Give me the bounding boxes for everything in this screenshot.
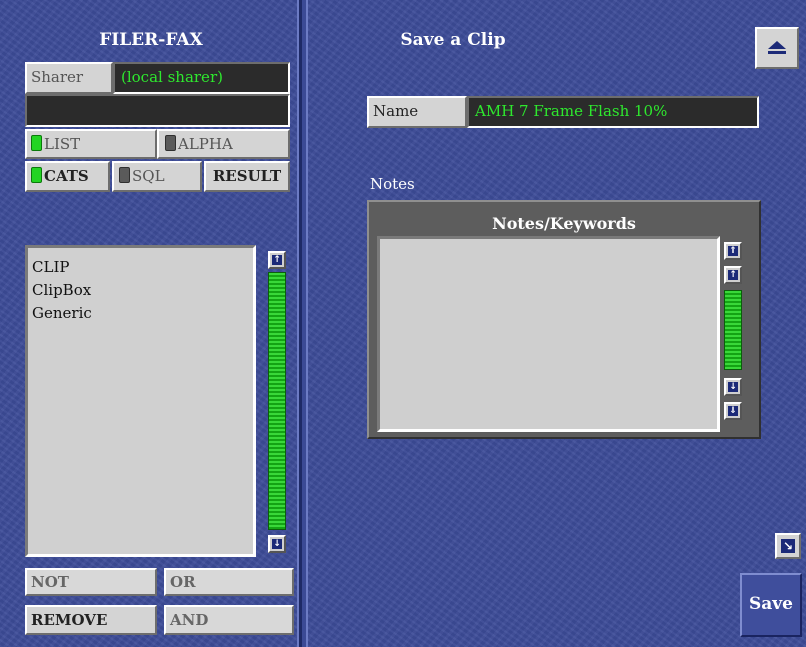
list-button-label: LIST <box>44 135 81 153</box>
notes-page-up-button[interactable]: ⇑ <box>724 242 742 260</box>
eject-button[interactable] <box>755 27 799 69</box>
name-label: Name <box>367 96 467 128</box>
notes-header: Notes/Keywords <box>492 214 636 233</box>
notes-textarea[interactable] <box>377 236 720 432</box>
filer-fax-title: FILER-FAX <box>99 30 203 50</box>
category-list[interactable]: CLIP ClipBox Generic <box>25 245 256 557</box>
list-scroll-down-button[interactable]: ↓ <box>268 535 286 553</box>
alpha-indicator <box>165 135 176 151</box>
not-button[interactable]: NOT <box>25 568 157 596</box>
search-field[interactable] <box>25 94 290 127</box>
double-arrow-up-icon: ⇑ <box>728 245 738 256</box>
cats-button-label: CATS <box>44 167 89 185</box>
list-button[interactable]: LIST <box>25 129 157 159</box>
sharer-label: Sharer <box>25 62 113 94</box>
notes-scroll-down-button[interactable]: ↓ <box>724 378 742 396</box>
arrow-down-icon: ↓ <box>272 538 282 549</box>
arrow-up-icon: ↑ <box>728 269 738 280</box>
notes-page-down-button[interactable]: ⇓ <box>724 402 742 420</box>
notes-scrollbar[interactable] <box>724 290 742 370</box>
arrow-down-right-icon: ↘ <box>781 538 795 553</box>
save-clip-title: Save a Clip <box>400 30 506 50</box>
result-button[interactable]: RESULT <box>204 161 290 192</box>
eject-icon <box>768 41 786 54</box>
cats-button[interactable]: CATS <box>25 161 110 192</box>
sql-indicator <box>119 167 130 183</box>
corner-arrow-button[interactable]: ↘ <box>775 533 801 559</box>
arrow-down-icon: ↓ <box>728 381 738 392</box>
notes-frame: Notes/Keywords ⇑ ↑ ↓ ⇓ <box>367 200 761 439</box>
save-button[interactable]: Save <box>740 573 802 637</box>
list-item[interactable]: ClipBox <box>28 279 253 302</box>
list-scroll-up-button[interactable]: ↑ <box>268 251 286 269</box>
sharer-field[interactable]: (local sharer) <box>113 62 290 94</box>
arrow-up-icon: ↑ <box>272 254 282 265</box>
list-scrollbar[interactable] <box>268 272 286 530</box>
list-indicator <box>31 135 42 151</box>
remove-button[interactable]: REMOVE <box>25 605 157 635</box>
name-field[interactable]: AMH 7 Frame Flash 10% <box>467 96 759 128</box>
sql-button[interactable]: SQL <box>112 161 202 192</box>
cats-indicator <box>31 167 42 183</box>
and-button[interactable]: AND <box>164 605 294 635</box>
list-item[interactable]: Generic <box>28 302 253 325</box>
or-button[interactable]: OR <box>164 568 294 596</box>
save-clip-panel: Save a Clip Name AMH 7 Frame Flash 10% N… <box>306 0 806 647</box>
alpha-button[interactable]: ALPHA <box>157 129 290 159</box>
filer-fax-panel: FILER-FAX Sharer (local sharer) LIST ALP… <box>0 0 302 647</box>
alpha-button-label: ALPHA <box>178 135 233 153</box>
sql-button-label: SQL <box>132 167 165 185</box>
double-arrow-down-icon: ⇓ <box>728 405 738 416</box>
notes-label: Notes <box>370 175 415 193</box>
list-item[interactable]: CLIP <box>28 256 253 279</box>
notes-scroll-up-button[interactable]: ↑ <box>724 266 742 284</box>
